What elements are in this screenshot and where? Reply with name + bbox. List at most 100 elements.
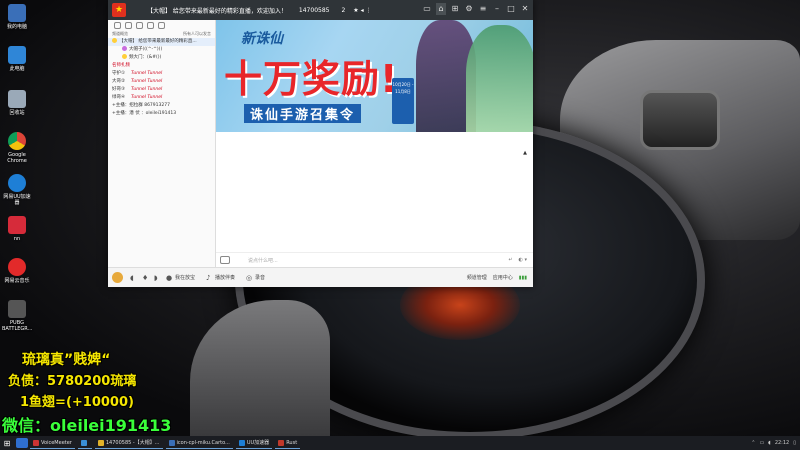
emoji-toolbar-icon[interactable] [220, 256, 230, 264]
app-icon [80, 439, 87, 446]
desktop-icon-netease-music[interactable]: 网易云音乐 [2, 258, 32, 284]
music-icon: ♪ [206, 273, 211, 282]
channel-item[interactable]: +主播：潜 伏 ：oleilei191413 [108, 110, 215, 118]
home-icon[interactable]: ⌂ [436, 3, 446, 15]
desktop-icon-pubg[interactable]: PUBG BATTLEGR... [2, 300, 32, 332]
overlay-wechat: 微信：oleilei191413 [2, 416, 172, 435]
scroll-up-icon[interactable]: ▲ [523, 150, 527, 156]
overlay-line-3: 1鱼翅=(+10000) [20, 395, 134, 410]
task-voicemeeter[interactable]: VoiceMeeter [30, 437, 75, 449]
volume-icon[interactable]: ◗ [154, 274, 160, 282]
taskbar: ⊞ VoiceMeeter 14700585 -【大帽】... icon-cpl… [0, 436, 800, 450]
channel-tool-icon[interactable] [136, 22, 143, 29]
uu-accelerator-icon [238, 439, 245, 446]
window-titlebar[interactable]: ★ 【大帽】 给您带来最新最好的精彩直播，欢迎加入！ 14700585 2 ★ … [108, 0, 533, 20]
app-center-button[interactable]: 应用中心 [493, 274, 513, 281]
banner-character-female [466, 25, 533, 132]
chat-input-row: 说点什么吧... ↵ ◐ ▾ [216, 252, 533, 267]
star-icon[interactable]: ★ ◂ ⋮ [353, 7, 371, 14]
search-icon[interactable] [158, 22, 165, 29]
chat-input[interactable]: 说点什么吧... [248, 257, 508, 264]
avatar[interactable] [112, 272, 123, 283]
desktop-icon-computer[interactable]: 我的电脑 [2, 4, 32, 30]
channel-item[interactable]: 守护① Tunnel Tunnel [108, 70, 215, 78]
voicemeeter-icon [33, 439, 39, 446]
voice-chat-window: ★ 【大帽】 给您带来最新最好的精彩直播，欢迎加入！ 14700585 2 ★ … [108, 0, 533, 287]
promo-banner[interactable]: 新诛仙 十万奖励! 诛仙手游召集令 10月20日 - 11月8日 [216, 20, 533, 132]
channel-icon [112, 38, 117, 43]
overlay-line-2: 负债：5780200琉璃 [8, 374, 137, 389]
voice-status-bar: ◖ ♦ ◗ ● 我在放宝 ♪ 播放伴奏 ◎ 录音 频道管理 应用中心 ▮▮▮ [108, 267, 533, 287]
desktop-icon-this-pc[interactable]: 此电脑 [2, 46, 32, 72]
app-logo-icon: ★ [112, 3, 126, 17]
desktop-icon-chrome[interactable]: Google Chrome [2, 132, 32, 164]
status-item-play[interactable]: ● 我在放宝 [163, 274, 195, 282]
wallpaper-suit-body [190, 300, 330, 436]
folder-icon [168, 439, 175, 446]
wallpaper-suit-module [640, 90, 720, 150]
channel-tool-icon[interactable] [147, 22, 154, 29]
channel-tool-icon[interactable] [114, 22, 121, 29]
screen-icon[interactable]: ▭ [422, 3, 432, 15]
channel-tool-icon[interactable] [125, 22, 132, 29]
maximize-button[interactable]: □ [506, 3, 516, 15]
microphone-icon[interactable]: ♦ [142, 274, 148, 282]
channel-item[interactable]: 【大帽】 给您带来最新最好的精彩直... [108, 38, 215, 46]
channel-item[interactable]: 名师扎频 [108, 62, 215, 70]
network-icon[interactable]: ▭ [759, 440, 764, 446]
channel-manage-button[interactable]: 频道管理 [467, 274, 487, 281]
window-title: 【大帽】 给您带来最新最好的精彩直播，欢迎加入！ [147, 7, 287, 15]
voice-chat-icon [97, 439, 104, 446]
channel-item[interactable]: +主播：招拉群 867913277 [108, 102, 215, 110]
settings-icon[interactable]: ⚙ [464, 3, 474, 15]
chat-message-area[interactable]: ▲ [216, 132, 533, 252]
task-rust[interactable]: Rust [275, 437, 301, 449]
task-app-2[interactable] [77, 437, 92, 449]
nn-icon [8, 216, 26, 234]
task-uu-accelerator[interactable]: UU加速器 [235, 437, 273, 449]
close-button[interactable]: ✕ [520, 3, 530, 15]
status-item-accompaniment[interactable]: ♪ 播放伴奏 [203, 274, 235, 282]
channel-item[interactable]: 大哥② Tunnel Tunnel [108, 78, 215, 86]
banner-date-badge: 10月20日 - 11月8日 [392, 78, 414, 124]
play-icon: ● [166, 273, 173, 282]
gamepad-icon[interactable]: ⊞ [450, 3, 460, 15]
tray-chevron-icon[interactable]: ⌃ [751, 440, 755, 446]
desktop-icon-recycle-bin[interactable]: 回收站 [2, 90, 32, 116]
channel-item[interactable]: 频大门：(&#()) [108, 54, 215, 62]
uu-accelerator-icon [8, 174, 26, 192]
banner-headline: 十万奖励! [224, 57, 399, 101]
netease-music-icon [8, 258, 26, 276]
desktop-icon-nn[interactable]: nn [2, 216, 32, 242]
overlay-line-1: 琉璃真”贱婢“ [22, 352, 111, 368]
minimize-button[interactable]: – [492, 3, 502, 15]
banner-game-logo: 新诛仙 [241, 31, 283, 47]
user-icon [122, 54, 127, 59]
clock[interactable]: 22:12 [775, 440, 789, 446]
send-icon[interactable]: ↵ [508, 257, 512, 263]
menu-icon[interactable]: ≡ [478, 3, 488, 15]
speak-mode-label: 所有人可以发言 [183, 31, 211, 36]
rust-icon [278, 439, 285, 446]
record-icon: ◎ [246, 273, 253, 282]
channel-item[interactable]: 好哥③ Tunnel Tunnel [108, 86, 215, 94]
task-icon-cpl[interactable]: icon-cpl-miku.Carto... [165, 437, 233, 449]
banner-subline: 诛仙手游召集令 [244, 104, 362, 123]
speaker-icon[interactable]: ◖ [130, 274, 136, 282]
pubg-icon [8, 300, 26, 318]
task-voice-chat[interactable]: 14700585 -【大帽】... [94, 437, 163, 449]
volume-tray-icon[interactable]: ◖ [768, 440, 771, 446]
channel-toolbar [108, 20, 215, 30]
notification-icon[interactable]: ▯ [793, 440, 796, 446]
channel-panel-title: 频道概览 [112, 31, 128, 36]
windows-start-icon[interactable]: ⊞ [0, 436, 14, 450]
channel-item[interactable]: 大帽子(((^-^))) [108, 46, 215, 54]
desktop-icon-uu-accelerator[interactable]: 网易UU加速器 [2, 174, 32, 206]
monitor-icon [8, 46, 26, 64]
chat-options-icon[interactable]: ◐ ▾ [519, 257, 527, 263]
file-explorer-icon[interactable] [16, 438, 28, 448]
room-id: 14700585 [298, 6, 330, 14]
channel-item[interactable]: 绿哥④ Tunnel Tunnel [108, 94, 215, 102]
status-item-record[interactable]: ◎ 录音 [243, 274, 265, 282]
computer-icon [8, 4, 26, 22]
